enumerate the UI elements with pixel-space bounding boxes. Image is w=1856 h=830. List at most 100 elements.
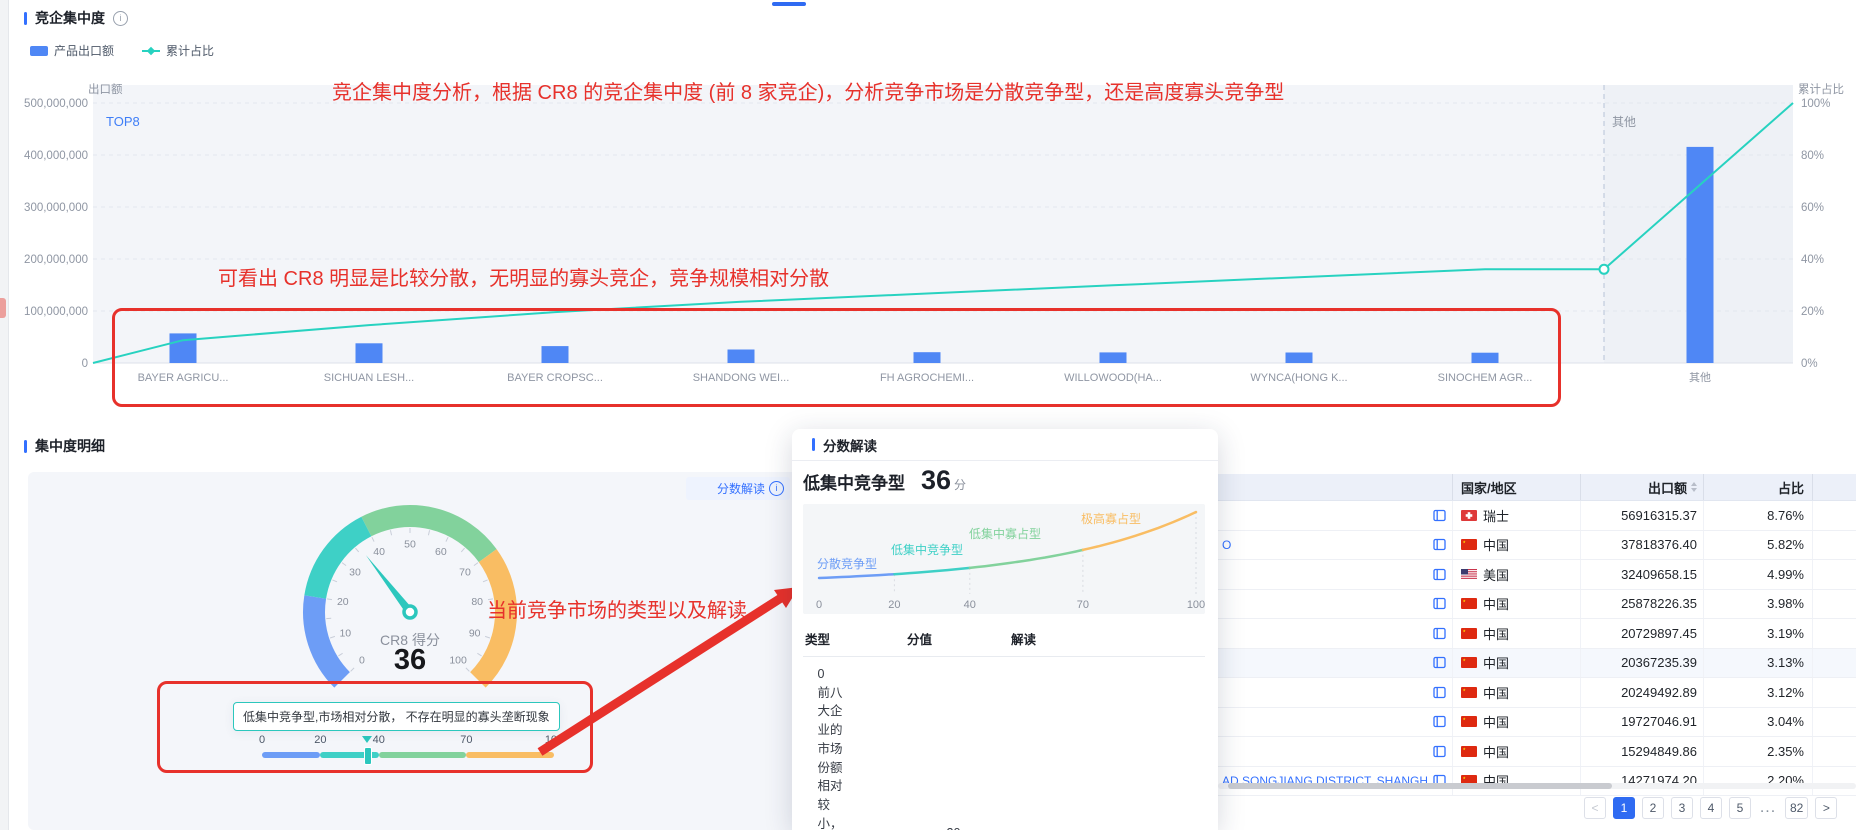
country-cell: 美国	[1452, 560, 1580, 589]
y-axis-title: 出口额	[88, 82, 123, 96]
company-cell	[1218, 590, 1452, 619]
legend-item-export-bar[interactable]: 产品出口额	[30, 42, 114, 59]
section-title: 集中度明细	[35, 436, 105, 456]
svg-text:60%: 60%	[1801, 202, 1824, 214]
svg-text:100%: 100%	[1801, 98, 1830, 110]
table-row[interactable]: 中国20729897.453.19%	[1218, 619, 1856, 649]
table-row[interactable]: AD,SONGJIANG DISTRICT, SHANGHAI CHI...中国…	[1218, 767, 1856, 797]
page-button-4[interactable]: 4	[1700, 797, 1722, 819]
table-row[interactable]: 中国19727046.913.04%	[1218, 708, 1856, 738]
popup-table-row: 低集中寡占型40前八大企业控制了相当比例的市场份额，市场集中度较高极高寡占型70…	[1051, 816, 1218, 830]
svg-text:0%: 0%	[1801, 358, 1818, 370]
amount-cell: 20367235.39	[1580, 649, 1703, 678]
score-link-label: 分数解读	[717, 480, 765, 497]
company-detail-icon[interactable]	[1433, 715, 1446, 728]
svg-text:20%: 20%	[1801, 306, 1824, 318]
y2-axis: 0%20%40%60%80%100%累计占比	[1798, 82, 1844, 370]
pagination: <12345... 82 >	[1584, 797, 1837, 819]
amount-cell: 19727046.91	[1580, 708, 1703, 737]
result-score: 36	[921, 465, 951, 496]
share-cell: 3.13%	[1703, 649, 1812, 678]
legend-item-cumulative-line[interactable]: 累计占比	[142, 42, 214, 59]
prev-page-button[interactable]: <	[1584, 797, 1606, 819]
svg-text:100,000,000: 100,000,000	[24, 306, 88, 318]
score-interpretation-link[interactable]: 分数解读 i	[686, 477, 790, 500]
page-button-82[interactable]: 82	[1785, 797, 1808, 819]
company-detail-icon[interactable]	[1433, 656, 1446, 669]
other-zone-label: 其他	[1612, 115, 1636, 129]
share-cell: 4.99%	[1703, 560, 1812, 589]
horizontal-scrollbar-thumb[interactable]	[1228, 783, 1612, 789]
company-detail-icon[interactable]	[1433, 509, 1446, 522]
cumulative-marker[interactable]	[1600, 265, 1609, 274]
company-name-partial[interactable]: O	[1222, 538, 1427, 552]
table-row[interactable]: 中国20367235.393.13%	[1218, 649, 1856, 679]
page-button-2[interactable]: 2	[1642, 797, 1664, 819]
table-row[interactable]: 瑞士56916315.378.76%	[1218, 501, 1856, 531]
company-detail-icon[interactable]	[1433, 597, 1446, 610]
table-row[interactable]: 美国32409658.154.99%	[1218, 560, 1856, 590]
country-cell: 中国	[1452, 708, 1580, 737]
company-detail-icon[interactable]	[1433, 568, 1446, 581]
annotation-note-2: 可看出 CR8 明显是比较分散，无明显的寡头竞企，竞争规模相对分散	[218, 262, 829, 291]
share-column-header: 占比	[1703, 474, 1812, 500]
next-page-button[interactable]: >	[1815, 797, 1837, 819]
country-cell: 中国	[1452, 590, 1580, 619]
country-flag-icon	[1461, 746, 1477, 757]
amount-cell: 25878226.35	[1580, 590, 1703, 619]
svg-text:70: 70	[459, 567, 471, 579]
section-title: 竞企集中度	[35, 8, 105, 28]
amount-cell: 32409658.15	[1580, 560, 1703, 589]
svg-text:100: 100	[449, 655, 467, 667]
company-detail-icon[interactable]	[1433, 745, 1446, 758]
country-export-table: 国家/地区出口额占比瑞士56916315.378.76%O中国37818376.…	[1218, 474, 1856, 796]
legend-label: 产品出口额	[54, 42, 114, 59]
page-button-3[interactable]: 3	[1671, 797, 1693, 819]
table-header-row: 国家/地区出口额占比	[1218, 474, 1856, 501]
sort-icon[interactable]	[1691, 482, 1697, 492]
country-cell: 瑞士	[1452, 501, 1580, 530]
svg-text:0: 0	[359, 655, 365, 667]
spacer-cell	[1812, 531, 1856, 560]
popup-accent-bar	[812, 438, 815, 451]
company-detail-icon[interactable]	[1433, 686, 1446, 699]
spacer-cell	[1812, 767, 1856, 796]
line-swatch-icon	[142, 50, 160, 52]
svg-text:50: 50	[404, 539, 416, 551]
svg-text:30: 30	[349, 567, 361, 579]
share-cell: 3.12%	[1703, 678, 1812, 707]
company-cell	[1218, 501, 1452, 530]
score-type-table: 类型分值解读分散竞争型0前八大企业的市场份额相对较小，市场竞争较为分散，存在大量…	[803, 625, 1205, 830]
y2-axis-title: 累计占比	[1798, 82, 1844, 96]
zone-label: 低集中竞争型	[891, 542, 963, 557]
company-detail-icon[interactable]	[1433, 627, 1446, 640]
country-cell: 中国	[1452, 531, 1580, 560]
score-curve-box: 分散竞争型低集中竞争型低集中寡占型极高寡占型0204070100	[803, 504, 1205, 614]
spacer-cell	[1812, 590, 1856, 619]
amount-cell: 20729897.45	[1580, 619, 1703, 648]
share-cell: 2.35%	[1703, 737, 1812, 766]
amount-column-header[interactable]: 出口额	[1580, 474, 1703, 500]
svg-text:60: 60	[435, 546, 447, 558]
popup-table-row: 分散竞争型0前八大企业的市场份额相对较小，市场竞争较为分散，存在大量的竞争对手，…	[803, 657, 1205, 830]
country-flag-icon	[1461, 569, 1477, 580]
result-type: 低集中竞争型	[803, 469, 905, 494]
table-row[interactable]: 中国20249492.893.12%	[1218, 678, 1856, 708]
bar-swatch-icon	[30, 46, 48, 56]
score-curve-segment	[970, 550, 1083, 568]
spacer-cell	[1812, 678, 1856, 707]
company-detail-icon[interactable]	[1433, 538, 1446, 551]
table-row[interactable]: 中国25878226.353.98%	[1218, 590, 1856, 620]
table-row[interactable]: 中国15294849.862.35%	[1218, 737, 1856, 767]
table-row[interactable]: O中国37818376.405.82%	[1218, 531, 1856, 561]
section-accent-bar	[24, 12, 27, 25]
page-button-1[interactable]: 1	[1613, 797, 1635, 819]
svg-text:40: 40	[373, 546, 385, 558]
legend-label: 累计占比	[166, 42, 214, 59]
info-icon[interactable]: i	[113, 11, 128, 26]
curve-x-tick: 40	[964, 599, 976, 611]
country-flag-icon	[1461, 628, 1477, 639]
country-cell: 中国	[1452, 767, 1580, 796]
page-ellipsis[interactable]: ...	[1758, 799, 1778, 817]
page-button-5[interactable]: 5	[1729, 797, 1751, 819]
